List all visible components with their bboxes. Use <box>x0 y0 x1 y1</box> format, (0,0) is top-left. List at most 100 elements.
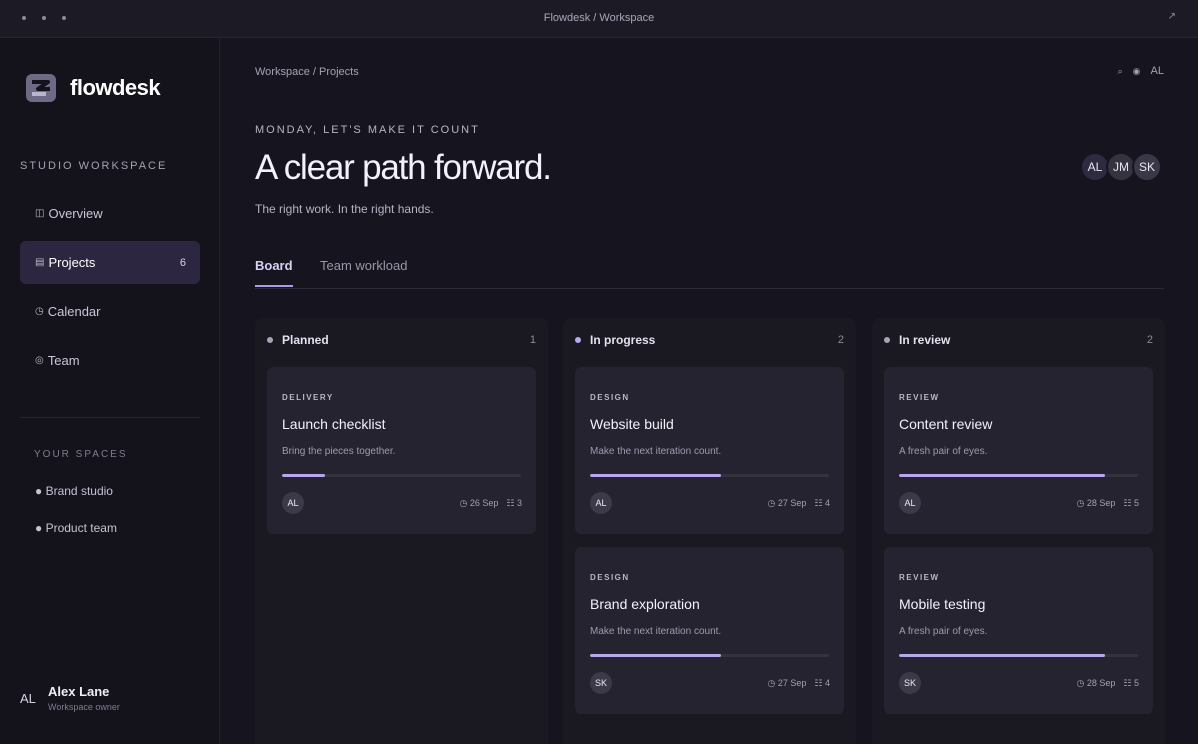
spaces-label: YOUR SPACES <box>34 449 128 460</box>
column-header: Planned 1 <box>267 333 536 347</box>
avatar[interactable]: AL <box>590 492 612 514</box>
avatar[interactable]: AL <box>899 492 921 514</box>
page-eyebrow: MONDAY, LET'S MAKE IT COUNT <box>255 124 480 136</box>
progress-fill <box>590 474 722 477</box>
progress-bar <box>282 474 521 477</box>
sidebar-nav: ◫ Overview ▤ Projects 6 ◷ Calendar ◎ Tea… <box>20 192 200 388</box>
status-icon[interactable]: ◉ <box>1133 66 1141 77</box>
breadcrumb[interactable]: Workspace / Projects <box>255 66 359 78</box>
task-count: ☷ 4 <box>814 678 830 688</box>
task-card-website-build[interactable]: DESIGN Website build Make the next itera… <box>575 367 844 534</box>
card-tag: DESIGN <box>590 393 630 402</box>
progress-bar <box>590 654 829 657</box>
sidebar: flowdesk STUDIO WORKSPACE ◫ Overview ▤ P… <box>0 38 220 744</box>
avatar[interactable]: SK <box>590 672 612 694</box>
column-status-dot <box>267 337 273 343</box>
sidebar-item-label: Overview <box>48 206 103 221</box>
main-content: Workspace / Projects ⌕ ◉ AL MONDAY, LET'… <box>221 38 1198 744</box>
card-title: Content review <box>899 416 993 432</box>
tab-team-workload[interactable]: Team workload <box>320 258 407 285</box>
task-card-content-review[interactable]: REVIEW Content review A fresh pair of ey… <box>884 367 1153 534</box>
card-description: A fresh pair of eyes. <box>899 446 988 457</box>
card-title: Brand exploration <box>590 596 700 612</box>
card-tag: DELIVERY <box>282 393 334 402</box>
workspace-label: STUDIO WORKSPACE <box>20 160 168 172</box>
expand-icon[interactable]: ↗ <box>1168 11 1176 22</box>
sidebar-item-overview[interactable]: ◫ Overview <box>20 192 200 235</box>
sidebar-item-projects[interactable]: ▤ Projects 6 <box>20 241 200 284</box>
task-count: ☷ 5 <box>1123 678 1139 688</box>
header-user-initials[interactable]: AL <box>1151 65 1164 77</box>
user-profile[interactable]: AL Alex Lane Workspace owner <box>20 684 120 712</box>
task-card-mobile-testing[interactable]: REVIEW Mobile testing A fresh pair of ey… <box>884 547 1153 714</box>
space-item-brand-studio[interactable]: ● Brand studio <box>35 484 113 498</box>
team-icon: ◎ <box>35 355 44 366</box>
column-status-dot <box>884 337 890 343</box>
brand-name: flowdesk <box>70 75 161 100</box>
column-header: In review 2 <box>884 333 1153 347</box>
sidebar-item-team[interactable]: ◎ Team <box>20 339 200 382</box>
avatar[interactable]: SK <box>899 672 921 694</box>
user-name: Alex Lane <box>48 684 110 699</box>
column-title: In progress <box>590 333 656 347</box>
due-date: ◷ 28 Sep <box>1076 678 1116 688</box>
card-meta: ◷ 27 Sep ☷ 4 <box>768 498 830 509</box>
card-meta: ◷ 28 Sep ☷ 5 <box>1077 678 1139 689</box>
search-icon[interactable]: ⌕ <box>1118 66 1123 77</box>
header-actions: ⌕ ◉ AL <box>1118 65 1164 77</box>
due-date: ◷ 27 Sep <box>767 498 807 508</box>
page-subtitle: The right work. In the right hands. <box>255 202 434 216</box>
card-tag: REVIEW <box>899 393 940 402</box>
card-tag: DESIGN <box>590 573 630 582</box>
card-description: Make the next iteration count. <box>590 446 722 457</box>
avatar[interactable]: SK <box>1132 152 1162 182</box>
due-date: ◷ 28 Sep <box>1076 498 1116 508</box>
column-title: Planned <box>282 333 329 347</box>
column-count: 2 <box>837 334 844 346</box>
column-planned: Planned 1 DELIVERY Launch checklist Brin… <box>255 318 548 744</box>
space-item-product-team[interactable]: ● Product team <box>35 521 117 535</box>
user-role: Workspace owner <box>48 702 120 712</box>
overview-icon: ◫ <box>35 208 45 219</box>
sidebar-item-label: Projects <box>48 255 96 270</box>
card-title: Launch checklist <box>282 416 386 432</box>
sidebar-divider <box>20 417 200 418</box>
column-title: In review <box>899 333 951 347</box>
sidebar-item-label: Team <box>47 353 80 368</box>
column-in-review: In review 2 REVIEW Content review A fres… <box>872 318 1165 744</box>
card-meta: ◷ 26 Sep ☷ 3 <box>460 498 522 509</box>
avatar[interactable]: AL <box>282 492 304 514</box>
team-avatars: AL JM SK <box>1080 152 1162 182</box>
due-date: ◷ 27 Sep <box>767 678 807 688</box>
progress-bar <box>590 474 829 477</box>
title-bar: Flowdesk / Workspace ↗ <box>0 0 1198 38</box>
flowdesk-logo-icon <box>26 74 56 102</box>
window-title: Flowdesk / Workspace <box>543 12 655 24</box>
card-description: Bring the pieces together. <box>282 446 396 457</box>
card-title: Mobile testing <box>899 596 986 612</box>
due-date: ◷ 26 Sep <box>459 498 499 508</box>
task-count: ☷ 3 <box>506 498 522 508</box>
progress-bar <box>899 474 1138 477</box>
card-meta: ◷ 28 Sep ☷ 5 <box>1077 498 1139 509</box>
task-card-brand-exploration[interactable]: DESIGN Brand exploration Make the next i… <box>575 547 844 714</box>
tab-board[interactable]: Board <box>255 258 293 287</box>
sidebar-item-calendar[interactable]: ◷ Calendar <box>20 290 200 333</box>
user-initials: AL <box>20 690 36 706</box>
task-count: ☷ 5 <box>1123 498 1139 508</box>
card-description: Make the next iteration count. <box>590 626 722 637</box>
brand-logo[interactable]: flowdesk <box>26 74 161 102</box>
column-in-progress: In progress 2 DESIGN Website build Make … <box>563 318 856 744</box>
column-count: 2 <box>1146 334 1153 346</box>
projects-count-badge: 6 <box>179 256 186 269</box>
progress-fill <box>590 654 722 657</box>
progress-fill <box>282 474 326 477</box>
progress-bar <box>899 654 1138 657</box>
card-tag: REVIEW <box>899 573 940 582</box>
task-count: ☷ 4 <box>814 498 830 508</box>
card-meta: ◷ 27 Sep ☷ 4 <box>768 678 830 689</box>
calendar-icon: ◷ <box>35 306 44 317</box>
sidebar-item-label: Calendar <box>47 304 101 319</box>
task-card-launch-checklist[interactable]: DELIVERY Launch checklist Bring the piec… <box>267 367 536 534</box>
card-title: Website build <box>590 416 674 432</box>
